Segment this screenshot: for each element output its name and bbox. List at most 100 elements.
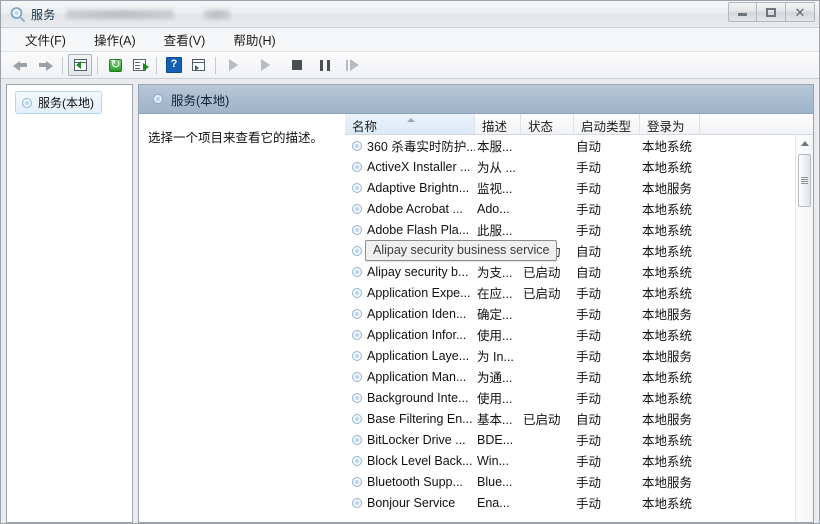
scroll-up-icon[interactable]	[796, 135, 813, 152]
cell-startup-type: 手动	[574, 199, 640, 218]
start-service-icon[interactable]	[221, 54, 245, 76]
cell-log-on-as: 本地系统	[640, 157, 700, 176]
menu-file[interactable]: 文件(F)	[15, 28, 76, 51]
table-row[interactable]: Base Filtering En...基本...已启动自动本地服务	[345, 408, 796, 429]
refresh-icon[interactable]	[103, 54, 127, 76]
cell-startup-type: 手动	[574, 388, 640, 407]
cell-log-on-as: 本地系统	[640, 283, 700, 302]
table-row[interactable]: Application Man...为通...手动本地系统	[345, 366, 796, 387]
table-row[interactable]: Adobe Acrobat ...Ado...手动本地系统	[345, 198, 796, 219]
scroll-grip-icon	[801, 177, 808, 184]
cell-log-on-as: 本地系统	[640, 493, 700, 512]
table-row[interactable]: BitLocker Drive ...BDE...手动本地系统	[345, 429, 796, 450]
detail-pane: 服务(本地) 选择一个项目来查看它的描述。 名称 描述 状态 启动类型	[138, 84, 814, 523]
table-row[interactable]: Block Level Back...Win...手动本地系统	[345, 450, 796, 471]
table-row[interactable]: Alipay security b...为支...已启动自动本地系统	[345, 261, 796, 282]
toolbar-separator-3	[156, 57, 157, 74]
resume-service-icon[interactable]	[253, 54, 277, 76]
tree-item-services-local[interactable]: 服务(本地)	[15, 91, 102, 114]
cell-description: 监视...	[475, 178, 521, 197]
cell-log-on-as: 本地系统	[640, 262, 700, 281]
restart-service-icon[interactable]	[341, 54, 365, 76]
cell-log-on-as: 本地服务	[640, 178, 700, 197]
service-name-label: Adaptive Brightn...	[367, 181, 469, 195]
table-row[interactable]: Background Inte...使用...手动本地系统	[345, 387, 796, 408]
export-list-icon[interactable]	[127, 54, 151, 76]
cell-startup-type: 自动	[574, 409, 640, 428]
toolbar-separator-4	[215, 57, 216, 74]
pause-service-icon[interactable]	[313, 54, 337, 76]
cell-name: Application Iden...	[345, 307, 475, 321]
detail-header: 服务(本地)	[139, 85, 813, 114]
table-row[interactable]: 360 杀毒实时防护...本服...自动本地系统	[345, 135, 796, 156]
cell-log-on-as: 本地系统	[640, 199, 700, 218]
service-gear-icon	[350, 202, 363, 215]
service-gear-icon	[350, 391, 363, 404]
toolbar: ?	[1, 52, 819, 79]
table-row[interactable]: Application Iden...确定...手动本地服务	[345, 303, 796, 324]
column-description[interactable]: 描述	[475, 114, 521, 134]
table-row[interactable]: Application Infor...使用...手动本地系统	[345, 324, 796, 345]
cell-name: Alipay security b...	[345, 265, 475, 279]
service-gear-icon	[350, 454, 363, 467]
cell-name: Application Laye...	[345, 349, 475, 363]
cell-log-on-as: 本地服务	[640, 346, 700, 365]
service-gear-icon	[350, 139, 363, 152]
scroll-thumb[interactable]	[798, 154, 811, 207]
cell-log-on-as: 本地系统	[640, 241, 700, 260]
cell-description: 在应...	[475, 283, 521, 302]
maximize-button[interactable]	[757, 2, 786, 22]
column-log-on-as[interactable]: 登录为	[640, 114, 700, 134]
cell-log-on-as: 本地系统	[640, 136, 700, 155]
table-row[interactable]: Bluetooth Supp...Blue...手动本地服务	[345, 471, 796, 492]
description-placeholder: 选择一个项目来查看它的描述。	[148, 131, 323, 145]
column-status[interactable]: 状态	[521, 114, 574, 134]
table-row[interactable]: Adobe Flash Pla...此服...手动本地系统	[345, 219, 796, 240]
services-icon	[20, 96, 33, 109]
cell-description: 使用...	[475, 325, 521, 344]
show-hide-tree-icon[interactable]	[68, 54, 92, 76]
back-arrow-icon[interactable]	[9, 54, 33, 76]
service-gear-icon	[350, 496, 363, 509]
table-row[interactable]: Application Laye...为 In...手动本地服务	[345, 345, 796, 366]
cell-description: 为从 ...	[475, 157, 521, 176]
close-button[interactable]: ✕	[786, 2, 815, 22]
cell-startup-type: 手动	[574, 304, 640, 323]
cell-name: Bluetooth Supp...	[345, 475, 475, 489]
cell-log-on-as: 本地系统	[640, 220, 700, 239]
stop-service-icon[interactable]	[285, 54, 309, 76]
service-name-label: ActiveX Installer ...	[367, 160, 471, 174]
column-name[interactable]: 名称	[345, 114, 475, 134]
table-row[interactable]: Application Expe...在应...已启动手动本地系统	[345, 282, 796, 303]
menu-view[interactable]: 查看(V)	[154, 28, 216, 51]
services-rows: 360 杀毒实时防护...本服...自动本地系统 ActiveX Installe…	[345, 135, 796, 522]
forward-arrow-icon[interactable]	[33, 54, 57, 76]
cell-startup-type: 手动	[574, 367, 640, 386]
detail-body: 选择一个项目来查看它的描述。 名称 描述 状态 启动类型 登录为	[139, 114, 813, 522]
minimize-button[interactable]	[728, 2, 757, 22]
table-row[interactable]: Adaptive Brightn... 监视... 手动本地服务	[345, 177, 796, 198]
service-name-label: Background Inte...	[367, 391, 468, 405]
table-row[interactable]: ActiveX Installer ...为从 ...手动本地系统	[345, 156, 796, 177]
menu-action[interactable]: 操作(A)	[84, 28, 146, 51]
cell-startup-type: 自动	[574, 262, 640, 281]
cell-startup-type: 自动	[574, 241, 640, 260]
table-row[interactable]: Bonjour ServiceEna...手动本地系统	[345, 492, 796, 513]
help-icon[interactable]: ?	[162, 54, 186, 76]
detail-header-label: 服务(本地)	[171, 90, 229, 109]
service-name-label: Application Laye...	[367, 349, 469, 363]
window-controls: ✕	[728, 2, 815, 22]
properties-icon[interactable]	[186, 54, 210, 76]
services-list-view[interactable]: 名称 描述 状态 启动类型 登录为 360 杀毒实时防护...本服...自动本地…	[344, 114, 813, 522]
menu-help[interactable]: 帮助(H)	[223, 28, 285, 51]
cell-log-on-as: 本地服务	[640, 472, 700, 491]
cell-log-on-as: 本地系统	[640, 430, 700, 449]
vertical-scrollbar[interactable]	[795, 135, 813, 522]
cell-startup-type: 手动	[574, 178, 640, 197]
sort-ascending-icon	[407, 118, 415, 122]
service-name-label: Alipay security b...	[367, 265, 468, 279]
title-bar: 服务 ✕	[1, 1, 819, 28]
service-name-label: Application Man...	[367, 370, 466, 384]
cell-description: Win...	[475, 454, 521, 468]
column-startup-type[interactable]: 启动类型	[574, 114, 640, 134]
